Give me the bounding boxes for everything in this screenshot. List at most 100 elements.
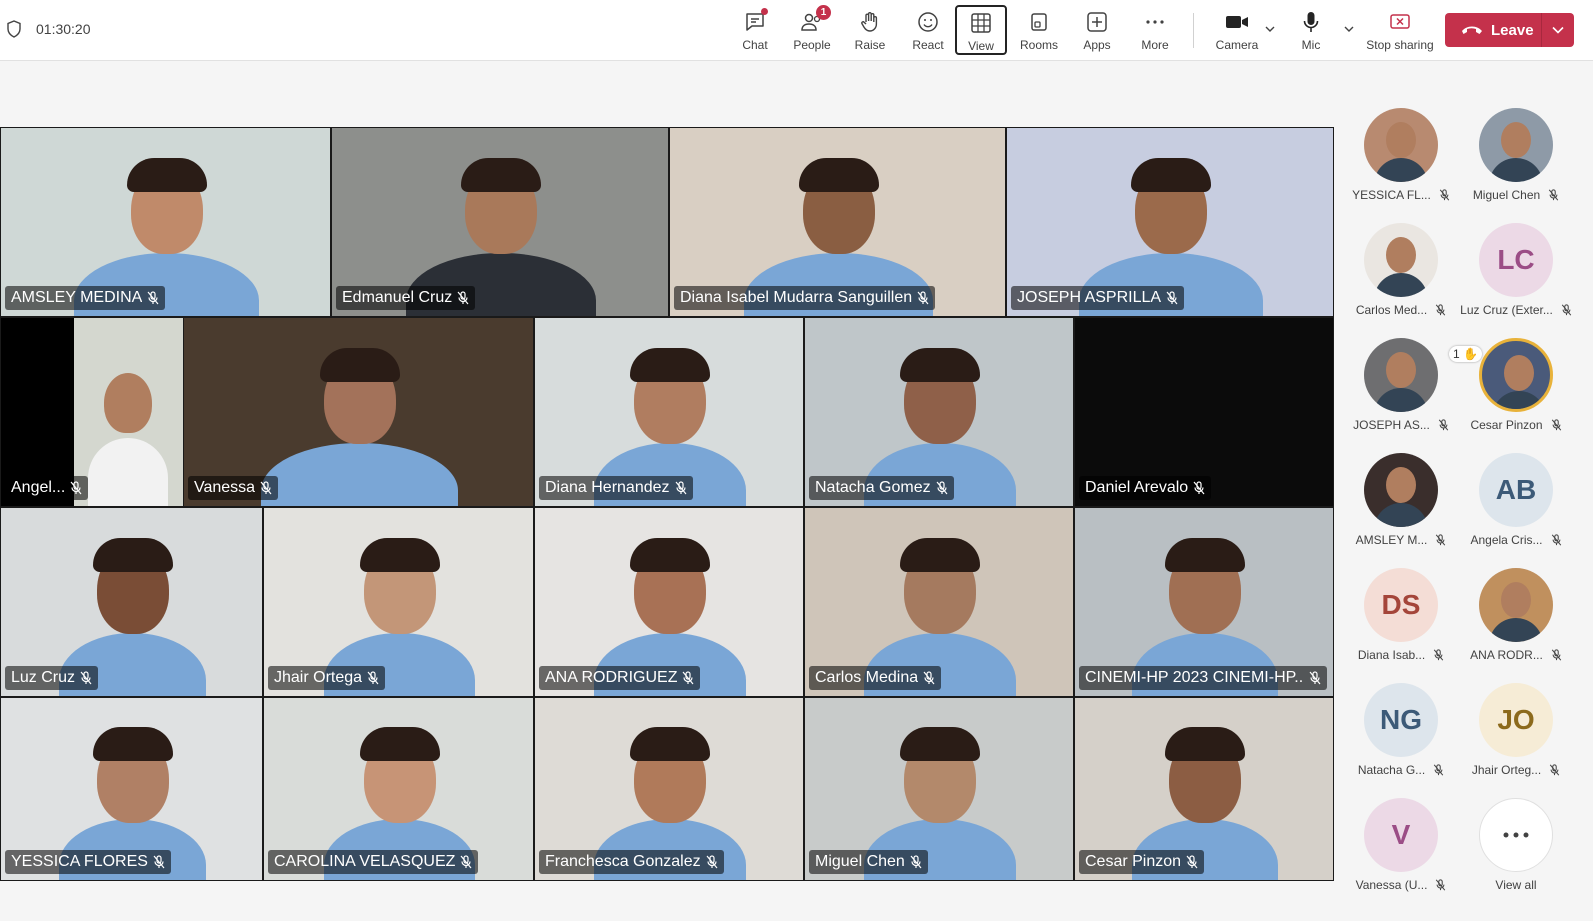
video-tile[interactable]: Jhair Ortega	[263, 507, 534, 697]
participant-name-tag: JOSEPH ASPRILLA	[1011, 286, 1185, 310]
chat-label: Chat	[742, 38, 768, 52]
stop-sharing-button[interactable]: Stop sharing	[1364, 6, 1436, 54]
roster-name: Vanessa (U...	[1355, 878, 1428, 892]
video-tile[interactable]: AMSLEY MEDINA	[0, 127, 331, 317]
mic-muted-icon	[460, 855, 472, 869]
people-button[interactable]: 1 People	[786, 5, 838, 54]
camera-options-chevron-icon[interactable]	[1263, 22, 1277, 36]
participant-name-tag: Daniel Arevalo	[1079, 476, 1212, 500]
apps-label: Apps	[1083, 38, 1111, 52]
roster-participant[interactable]: NG Natacha G...	[1342, 683, 1460, 795]
rooms-button[interactable]: Rooms	[1013, 6, 1065, 54]
mic-muted-icon	[1436, 879, 1446, 891]
more-label: More	[1141, 38, 1169, 52]
mic-muted-icon	[1549, 189, 1559, 201]
mic-muted-icon	[260, 481, 272, 495]
mic-muted-icon	[1551, 534, 1561, 546]
roster-participant[interactable]: AB Angela Cris...	[1457, 453, 1575, 565]
video-tile[interactable]: Luz Cruz	[0, 507, 263, 697]
participant-name-tag: Diana Hernandez	[539, 476, 693, 500]
roster-participant[interactable]: Miguel Chen	[1457, 108, 1575, 220]
raised-hand-badge: 1 ✋	[1449, 346, 1482, 362]
participant-name: Cesar Pinzon	[1085, 853, 1182, 870]
avatar	[1364, 453, 1438, 527]
roster-name: ANA RODR...	[1470, 648, 1543, 662]
people-badge: 1	[816, 5, 831, 20]
mic-button[interactable]: Mic	[1285, 6, 1337, 54]
video-tile[interactable]: JOSEPH ASPRILLA	[1006, 127, 1334, 317]
more-button[interactable]: More	[1129, 6, 1181, 54]
video-tile[interactable]: CINEMI-HP 2023 CINEMI-HP...	[1074, 507, 1334, 697]
video-tile[interactable]: Diana Hernandez	[534, 317, 804, 507]
roster-name: Natacha G...	[1357, 763, 1426, 777]
mic-muted-icon	[1309, 671, 1321, 685]
camera-button[interactable]: Camera	[1206, 6, 1268, 54]
leave-button[interactable]: Leave	[1445, 13, 1574, 47]
mic-muted-icon	[1551, 649, 1562, 661]
mic-muted-icon	[70, 481, 82, 495]
meeting-timer: 01:30:20	[6, 20, 91, 38]
participant-name: Daniel Arevalo	[1085, 479, 1189, 496]
video-tile[interactable]: Cesar Pinzon	[1074, 697, 1334, 881]
video-tile[interactable]: Miguel Chen	[804, 697, 1074, 881]
roster-participant[interactable]: JOSEPH AS...	[1342, 338, 1460, 450]
roster-participant[interactable]: ANA RODR...	[1457, 568, 1575, 680]
roster-participant[interactable]: 1 ✋ Cesar Pinzon	[1449, 338, 1575, 450]
video-tile[interactable]: CAROLINA VELASQUEZ	[263, 697, 534, 881]
leave-label: Leave	[1491, 21, 1534, 39]
video-tile[interactable]: YESSICA FLORES	[0, 697, 263, 881]
raise-hand-button[interactable]: Raise	[844, 6, 896, 54]
mic-options-chevron-icon[interactable]	[1342, 22, 1356, 36]
participant-name: Miguel Chen	[815, 853, 905, 870]
chevron-down-icon	[1552, 26, 1564, 34]
ellipsis-icon	[1142, 9, 1168, 35]
roster-participant[interactable]: AMSLEY M...	[1342, 453, 1460, 565]
avatar: V	[1364, 798, 1438, 872]
grid-icon	[968, 10, 994, 36]
video-tile[interactable]: Natacha Gomez	[804, 317, 1074, 507]
roster-participant[interactable]: Carlos Med...	[1342, 223, 1460, 335]
mic-muted-icon	[1166, 291, 1178, 305]
chat-icon	[742, 8, 768, 35]
react-button[interactable]: React	[902, 6, 954, 54]
mic-muted-icon	[910, 855, 922, 869]
video-tile[interactable]: Edmanuel Cruz	[331, 127, 669, 317]
smiley-icon	[915, 9, 941, 35]
roster-name: Jhair Orteg...	[1471, 763, 1542, 777]
mic-muted-icon	[80, 671, 92, 685]
participant-name: Luz Cruz	[11, 669, 76, 686]
roster-participant[interactable]: V Vanessa (U...	[1342, 798, 1460, 910]
leave-main[interactable]: Leave	[1445, 13, 1541, 47]
apps-button[interactable]: Apps	[1071, 6, 1123, 54]
roster-participant[interactable]: YESSICA FL...	[1342, 108, 1460, 220]
shield-icon	[7, 20, 21, 38]
video-tile[interactable]: ANA RODRIGUEZ	[534, 507, 804, 697]
avatar	[1479, 338, 1553, 412]
roster-participant[interactable]: JO Jhair Orteg...	[1457, 683, 1575, 795]
view-button[interactable]: View	[955, 5, 1007, 55]
avatar	[1364, 223, 1438, 297]
roster-name: Luz Cruz (Exter...	[1460, 303, 1553, 317]
participant-name: Franchesca Gonzalez	[545, 853, 701, 870]
participant-name-tag: CAROLINA VELASQUEZ	[268, 850, 479, 874]
mic-muted-icon	[1435, 304, 1446, 316]
roster-participant[interactable]: LC Luz Cruz (Exter...	[1457, 223, 1575, 335]
avatar: DS	[1364, 568, 1438, 642]
leave-options[interactable]	[1542, 13, 1574, 47]
video-tile[interactable]: Daniel Arevalo	[1074, 317, 1334, 507]
avatar	[1364, 338, 1438, 412]
roster-participant[interactable]: DS Diana Isab...	[1342, 568, 1460, 680]
mic-muted-icon	[1438, 419, 1449, 431]
participant-name: JOSEPH ASPRILLA	[1017, 289, 1162, 306]
chat-button[interactable]: Chat	[729, 6, 781, 54]
video-tile[interactable]: Vanessa	[183, 317, 534, 507]
video-tile[interactable]: Carlos Medina	[804, 507, 1074, 697]
mic-muted-icon	[1436, 534, 1446, 546]
view-all-button[interactable]: View all	[1457, 798, 1575, 910]
participant-name: Jhair Ortega	[274, 669, 363, 686]
mic-muted-icon	[1434, 764, 1444, 776]
mic-muted-icon	[917, 291, 929, 305]
video-tile[interactable]: Diana Isabel Mudarra Sanguillen	[669, 127, 1006, 317]
roster-name: AMSLEY M...	[1355, 533, 1428, 547]
video-tile[interactable]: Franchesca Gonzalez	[534, 697, 804, 881]
